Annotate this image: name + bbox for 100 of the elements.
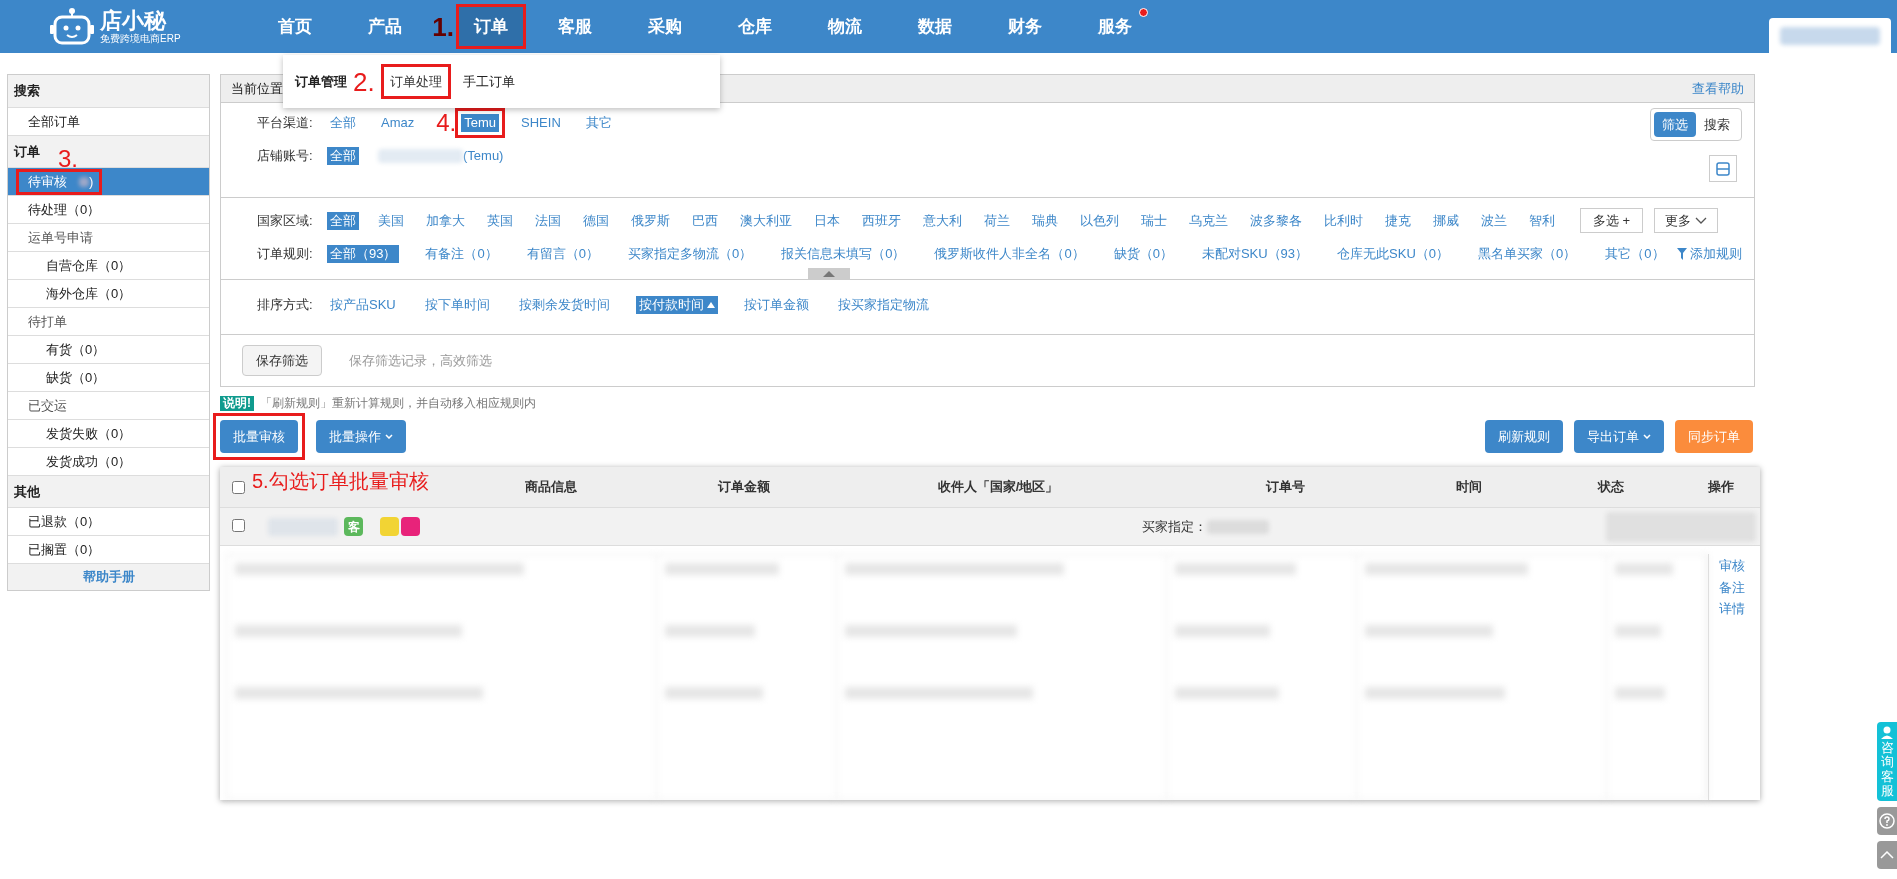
sidebar-item-label: 待审核: [28, 172, 67, 191]
filter-option[interactable]: 全部: [327, 146, 359, 165]
toolbar-button[interactable]: 刷新规则: [1485, 420, 1563, 453]
filter-option[interactable]: 瑞士: [1138, 211, 1170, 230]
filter-option[interactable]: 有留言（0）: [523, 244, 602, 263]
nav-item[interactable]: 产品: [340, 4, 430, 49]
sidebar-item[interactable]: 待审核 ): [8, 167, 209, 195]
nav-item[interactable]: 仓库: [710, 4, 800, 49]
help-button[interactable]: [1877, 807, 1897, 836]
filter-option[interactable]: 日本: [811, 211, 843, 230]
filter-option[interactable]: 瑞典: [1029, 211, 1061, 230]
filter-option[interactable]: 仓库无此SKU（0）: [1334, 244, 1453, 263]
nav-item[interactable]: 客服: [530, 4, 620, 49]
filter-option[interactable]: 波多黎各: [1247, 211, 1305, 230]
filter-option[interactable]: 缺货（0）: [1110, 244, 1176, 263]
filter-option[interactable]: 全部: [327, 113, 359, 132]
toolbar-button[interactable]: 批量审核: [220, 420, 298, 453]
filter-option[interactable]: 全部: [327, 211, 359, 230]
filter-option[interactable]: 俄罗斯收件人非全名（0）: [931, 244, 1088, 263]
filter-option[interactable]: 加拿大: [423, 211, 468, 230]
filter-option[interactable]: 澳大利亚: [737, 211, 795, 230]
sidebar-item[interactable]: 缺货（0）: [8, 363, 209, 391]
help-manual-link[interactable]: 帮助手册: [8, 563, 209, 590]
menu-item[interactable]: 手工订单: [456, 64, 521, 99]
filter-option[interactable]: 巴西: [689, 211, 721, 230]
sidebar-item[interactable]: 待打单: [8, 307, 209, 335]
filter-option[interactable]: 买家指定多物流（0）: [624, 244, 756, 263]
nav-item[interactable]: 采购: [620, 4, 710, 49]
filter-option[interactable]: Amaz: [378, 113, 418, 132]
filter-option[interactable]: SHEIN: [518, 113, 564, 132]
help-link[interactable]: 查看帮助: [1692, 78, 1744, 99]
action-link[interactable]: 详情: [1718, 599, 1745, 619]
multi-select-button[interactable]: 多选 +: [1579, 208, 1643, 233]
sidebar-item[interactable]: 自营仓库（0）: [8, 251, 209, 279]
action-link[interactable]: 审核: [1718, 556, 1745, 576]
filter-option[interactable]: Temu: [461, 113, 500, 132]
filter-option[interactable]: 意大利: [920, 211, 965, 230]
sidebar-item-label: 待打单: [28, 312, 67, 331]
filter-label: 订单规则:: [257, 244, 314, 263]
sidebar-item[interactable]: 运单号申请: [8, 223, 209, 251]
filter-option[interactable]: 智利: [1526, 211, 1558, 230]
filter-option[interactable]: 未配对SKU（93）: [1198, 244, 1312, 263]
sidebar-item[interactable]: 有货（0）: [8, 335, 209, 363]
sidebar-item-label: 已交运: [28, 396, 67, 415]
menu-item[interactable]: 订单处理: [380, 64, 451, 99]
sidebar-item[interactable]: 待处理（0）: [8, 195, 209, 223]
save-filter-button[interactable]: 保存筛选: [242, 345, 322, 376]
filter-option[interactable]: 法国: [532, 211, 564, 230]
filter-option[interactable]: 俄罗斯: [628, 211, 673, 230]
customer-service-label: 咨询客服: [1880, 741, 1894, 799]
more-button[interactable]: 更多: [1654, 208, 1718, 233]
action-link[interactable]: 备注: [1718, 577, 1745, 597]
filter-option[interactable]: 捷克: [1382, 211, 1414, 230]
customer-service-button[interactable]: 咨询客服: [1877, 722, 1897, 802]
sidebar-item[interactable]: 发货失败（0）: [8, 419, 209, 447]
sidebar-item[interactable]: 已退款（0）: [8, 507, 209, 535]
layout-toggle-button[interactable]: [1709, 155, 1737, 182]
back-to-top-button[interactable]: [1877, 841, 1897, 870]
sidebar-item[interactable]: 海外仓库（0）: [8, 279, 209, 307]
filter-option[interactable]: 西班牙: [859, 211, 904, 230]
sort-option[interactable]: 按下单时间: [421, 295, 493, 314]
filter-option[interactable]: 黑名单买家（0）: [1475, 244, 1580, 263]
filter-option[interactable]: 挪威: [1430, 211, 1462, 230]
dropdown-button[interactable]: 导出订单: [1574, 420, 1664, 453]
filter-option[interactable]: 其它: [582, 113, 615, 132]
user-panel[interactable]: [1769, 18, 1891, 53]
sidebar-item[interactable]: 已交运: [8, 391, 209, 419]
filter-option[interactable]: 德国: [580, 211, 612, 230]
filter-option[interactable]: 有备注（0）: [422, 244, 501, 263]
nav-item[interactable]: 服务: [1070, 4, 1160, 49]
nav-item[interactable]: 首页: [250, 4, 340, 49]
filter-option[interactable]: 英国: [484, 211, 516, 230]
filter-option[interactable]: 比利时: [1321, 211, 1366, 230]
filter-option[interactable]: 乌克兰: [1186, 211, 1231, 230]
filter-option[interactable]: 以色列: [1077, 211, 1122, 230]
toolbar-button[interactable]: 同步订单: [1675, 420, 1753, 453]
filter-option[interactable]: 报关信息未填写（0）: [778, 244, 909, 263]
collapse-tab[interactable]: [808, 268, 850, 280]
filter-option[interactable]: 荷兰: [981, 211, 1013, 230]
add-rule-link[interactable]: 添加规则: [1677, 243, 1742, 264]
filter-option[interactable]: 其它（0）: [1602, 244, 1668, 263]
filter-option[interactable]: 美国: [375, 211, 407, 230]
column-header: 商品信息: [525, 478, 577, 497]
sort-option[interactable]: 按买家指定物流: [834, 295, 932, 314]
view-tab[interactable]: 搜索: [1696, 112, 1738, 137]
sort-option[interactable]: 按剩余发货时间: [515, 295, 613, 314]
sort-option[interactable]: 按产品SKU: [327, 295, 399, 314]
nav-item[interactable]: 订单: [456, 4, 526, 49]
filter-option[interactable]: 全部（93）: [327, 244, 400, 263]
dropdown-button[interactable]: 批量操作: [316, 420, 406, 453]
nav-item[interactable]: 财务: [980, 4, 1070, 49]
filter-option[interactable]: 波兰: [1478, 211, 1510, 230]
sort-option[interactable]: 按付款时间: [635, 295, 718, 314]
sort-option[interactable]: 按订单金额: [740, 295, 812, 314]
select-all-checkbox[interactable]: [232, 480, 245, 494]
store-account: (Temu): [463, 146, 504, 165]
nav-item[interactable]: 物流: [800, 4, 890, 49]
view-tab[interactable]: 筛选: [1654, 112, 1696, 137]
nav-item[interactable]: 数据: [890, 4, 980, 49]
row-checkbox[interactable]: [232, 518, 245, 532]
